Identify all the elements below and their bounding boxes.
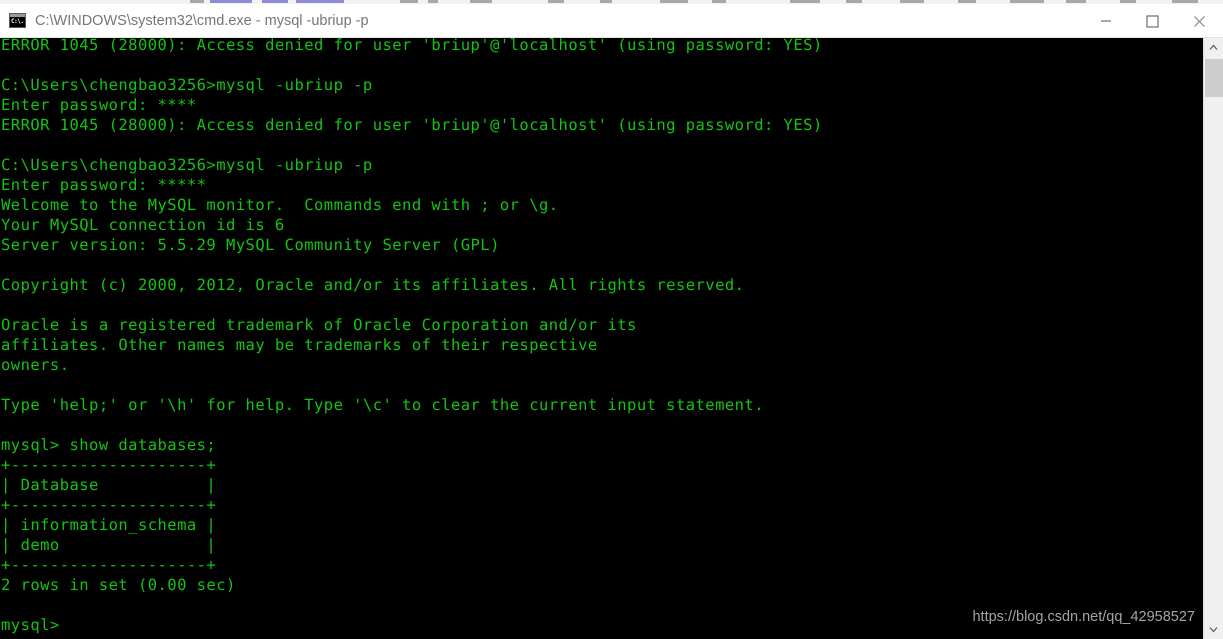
console-line: affiliates. Other names may be trademark… [1,336,598,354]
console-output-area[interactable]: ERROR 1045 (28000): Access denied for us… [0,38,1223,639]
maximize-button[interactable] [1129,4,1176,38]
vertical-scrollbar[interactable] [1203,38,1223,639]
console-line: Enter password: ***** [1,176,207,194]
scrollbar-thumb[interactable] [1205,59,1223,97]
console-line: Type 'help;' or '\h' for help. Type '\c'… [1,396,764,414]
scroll-down-button[interactable] [1204,620,1223,639]
console-line: mysql> [1,616,60,634]
scroll-up-icon [1209,44,1218,50]
console-line: C:\Users\chengbao3256>mysql -ubriup -p [1,76,373,94]
console-line: Welcome to the MySQL monitor. Commands e… [1,196,559,214]
maximize-icon [1146,14,1159,28]
console-line: +--------------------+ [1,556,217,574]
close-button[interactable] [1176,4,1223,38]
console-line: | information_schema | [1,516,217,534]
console-line: +--------------------+ [1,496,217,514]
window-controls [1082,4,1223,38]
minimize-icon [1100,20,1111,22]
window-title: C:\WINDOWS\system32\cmd.exe - mysql -ubr… [35,12,369,29]
console-line: Enter password: **** [1,96,197,114]
close-icon [1194,15,1205,27]
console-line: Copyright (c) 2000, 2012, Oracle and/or … [1,276,745,294]
console-line: Oracle is a registered trademark of Orac… [1,316,637,334]
desktop-background: C:\. C:\WINDOWS\system32\cmd.exe - mysql… [0,0,1223,639]
title-bar[interactable]: C:\. C:\WINDOWS\system32\cmd.exe - mysql… [0,4,1223,38]
console-line: mysql> show databases; [1,436,217,454]
scroll-up-button[interactable] [1204,38,1223,57]
console-line: Your MySQL connection id is 6 [1,216,285,234]
console-line: +--------------------+ [1,456,217,474]
console-line: Server version: 5.5.29 MySQL Community S… [1,236,500,254]
console-line: owners. [1,356,70,374]
scrollbar-track[interactable] [1204,57,1223,620]
minimize-button[interactable] [1082,4,1129,38]
console-line: C:\Users\chengbao3256>mysql -ubriup -p [1,156,373,174]
console-line: ERROR 1045 (28000): Access denied for us… [1,116,823,134]
scroll-down-icon [1209,627,1218,633]
cmd-icon-text: C:\. [10,17,25,27]
console-line: ERROR 1045 (28000): Access denied for us… [1,38,823,54]
console-text: ERROR 1045 (28000): Access denied for us… [0,38,1171,635]
console-line: | Database | [1,476,217,494]
cmd-exe-icon: C:\. [9,13,26,28]
console-window: C:\. C:\WINDOWS\system32\cmd.exe - mysql… [0,4,1223,639]
console-line: 2 rows in set (0.00 sec) [1,576,236,594]
console-line: | demo | [1,536,217,554]
